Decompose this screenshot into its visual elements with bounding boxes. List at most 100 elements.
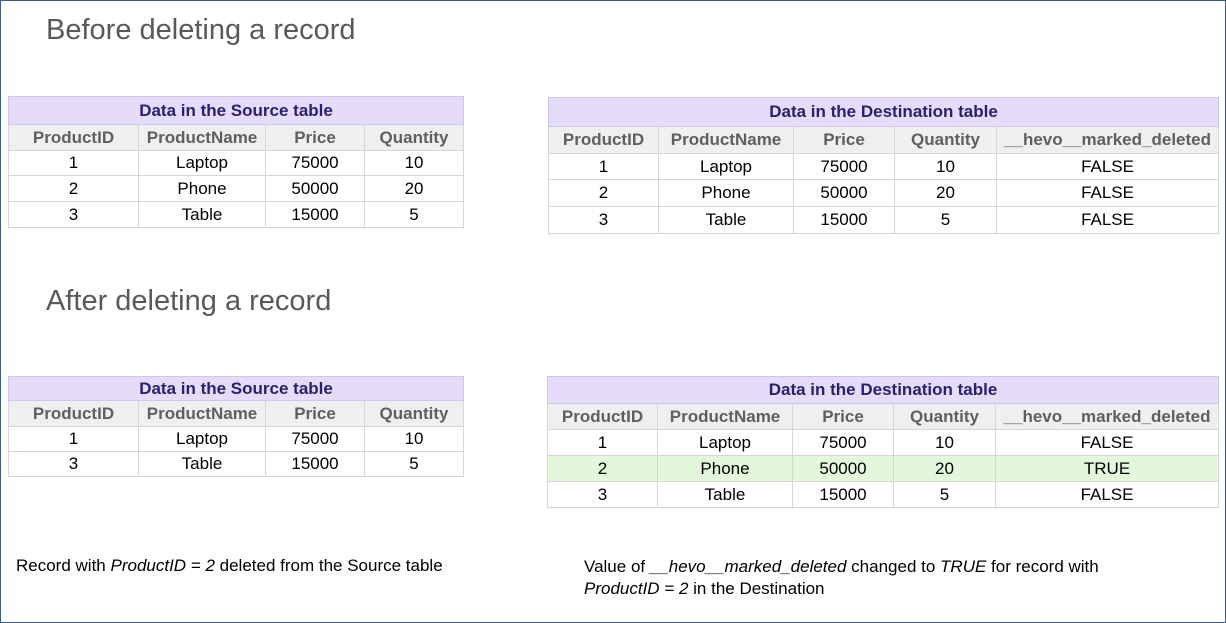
cell: Table	[138, 201, 266, 228]
cell: 50000	[792, 455, 894, 482]
note-text: Value of	[584, 557, 650, 576]
note-text-italic: ProductID = 2	[584, 579, 689, 598]
note-text: changed to	[846, 557, 941, 576]
cell: 50000	[265, 175, 365, 202]
cell: 20	[893, 455, 996, 482]
table-row: 3 Table 15000 5	[8, 451, 465, 477]
cell: Table	[658, 206, 794, 234]
cell: FALSE	[995, 179, 1220, 207]
col-header: Price	[265, 400, 365, 427]
note-text-italic: ProductID = 2	[110, 556, 215, 575]
cell: 3	[8, 451, 139, 477]
cell: 5	[894, 206, 997, 234]
table-row: 1 Laptop 75000 10	[8, 150, 465, 176]
heading-after: After deleting a record	[46, 285, 332, 317]
cell: 3	[548, 206, 659, 234]
cell: 3	[547, 481, 658, 508]
col-header: Quantity	[893, 403, 996, 430]
table-row: 1 Laptop 75000 10 FALSE	[548, 153, 1220, 180]
cell: 1	[548, 153, 659, 180]
note-text-italic: TRUE	[940, 557, 987, 576]
cell: Phone	[657, 455, 793, 482]
table-row: 2 Phone 50000 20 FALSE	[548, 179, 1220, 207]
source-change-note: Record with ProductID = 2 deleted from t…	[16, 555, 443, 577]
col-header: ProductName	[657, 403, 793, 430]
after-source-table: Data in the Source table ProductID Produ…	[7, 376, 465, 477]
col-header: Quantity	[363, 400, 465, 427]
cell: 1	[8, 150, 139, 176]
cell: 15000	[265, 201, 365, 228]
col-header: __hevo__marked_deleted	[995, 126, 1220, 154]
cell: 75000	[265, 426, 365, 452]
cell: 15000	[265, 451, 365, 477]
cell: Phone	[658, 179, 794, 207]
table-row-highlighted: 2 Phone 50000 20 TRUE	[547, 455, 1220, 482]
col-header: Price	[265, 124, 365, 151]
cell: 1	[547, 429, 658, 456]
cell: Laptop	[138, 150, 266, 176]
source-caption: Data in the Source table	[7, 376, 465, 401]
cell: 10	[363, 426, 465, 452]
cell: 75000	[792, 429, 894, 456]
destination-caption: Data in the Destination table	[547, 97, 1220, 127]
cell: 2	[547, 455, 658, 482]
col-header: Quantity	[363, 124, 465, 151]
cell: 1	[8, 426, 139, 452]
note-text: in the Destination	[688, 579, 825, 598]
cell: Laptop	[657, 429, 793, 456]
before-source-table: Data in the Source table ProductID Produ…	[7, 96, 465, 228]
cell: FALSE	[995, 153, 1220, 180]
cell: 10	[894, 153, 997, 180]
cell: FALSE	[994, 429, 1220, 456]
note-text-italic: __hevo__marked_deleted	[649, 557, 847, 576]
cell: 2	[548, 179, 659, 207]
col-header: Price	[793, 126, 895, 154]
col-header: ProductID	[8, 124, 139, 151]
table-row: 3 Table 15000 5 FALSE	[547, 481, 1220, 508]
cell: Table	[657, 481, 793, 508]
col-header: Quantity	[894, 126, 997, 154]
cell: 20	[363, 175, 465, 202]
cell: 50000	[793, 179, 895, 207]
table-row: 3 Table 15000 5	[8, 201, 465, 228]
cell: 3	[8, 201, 139, 228]
col-header: ProductName	[138, 124, 266, 151]
cell: FALSE	[995, 206, 1220, 234]
cell: 10	[893, 429, 996, 456]
cell: 5	[363, 201, 465, 228]
cell: 75000	[265, 150, 365, 176]
table-row: 1 Laptop 75000 10 FALSE	[547, 429, 1220, 456]
cell: Table	[138, 451, 266, 477]
cell: 15000	[792, 481, 894, 508]
table-row: 1 Laptop 75000 10	[8, 426, 465, 452]
table-row: 2 Phone 50000 20	[8, 175, 465, 202]
table-row: 3 Table 15000 5 FALSE	[548, 206, 1220, 234]
cell: TRUE	[994, 455, 1220, 482]
col-header: Price	[792, 403, 894, 430]
source-caption: Data in the Source table	[7, 96, 465, 125]
after-destination-table: Data in the Destination table ProductID …	[546, 376, 1220, 508]
destination-caption: Data in the Destination table	[546, 376, 1220, 404]
cell: Phone	[138, 175, 266, 202]
cell: Laptop	[658, 153, 794, 180]
col-header: ProductID	[548, 126, 659, 154]
note-text: Record with	[16, 556, 111, 575]
col-header: ProductID	[547, 403, 658, 430]
col-header: ProductName	[138, 400, 266, 427]
note-text: for record with	[986, 557, 1099, 576]
cell: FALSE	[994, 481, 1220, 508]
cell: 10	[363, 150, 465, 176]
cell: 15000	[793, 206, 895, 234]
heading-before: Before deleting a record	[46, 14, 356, 46]
col-header: ProductID	[8, 400, 139, 427]
before-destination-table: Data in the Destination table ProductID …	[547, 97, 1220, 234]
note-text: deleted from the Source table	[214, 556, 443, 575]
col-header: ProductName	[658, 126, 794, 154]
cell: 20	[894, 179, 997, 207]
cell: 75000	[793, 153, 895, 180]
destination-change-note: Value of __hevo__marked_deleted changed …	[584, 556, 1204, 600]
col-header: __hevo__marked_deleted	[994, 403, 1220, 430]
cell: Laptop	[138, 426, 266, 452]
cell: 5	[893, 481, 996, 508]
cell: 5	[363, 451, 465, 477]
